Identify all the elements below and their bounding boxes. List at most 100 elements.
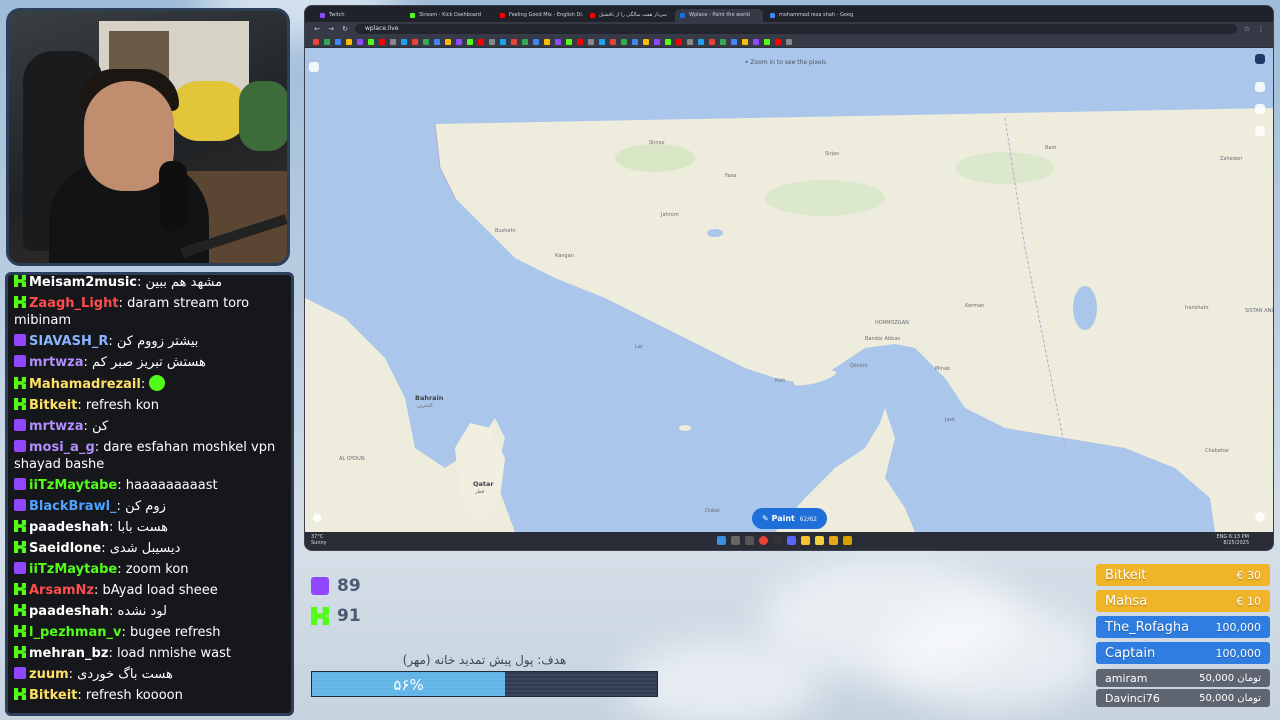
bookmark-icon[interactable] <box>720 38 726 45</box>
bookmark-icon[interactable] <box>742 38 748 45</box>
bookmark-icon[interactable] <box>335 38 341 45</box>
bookmark-icon[interactable] <box>357 38 363 45</box>
map-settings-icon[interactable] <box>1255 126 1265 136</box>
bookmark-icon[interactable] <box>544 38 550 45</box>
bookmark-icon[interactable] <box>566 38 572 45</box>
taskview-icon[interactable] <box>745 536 754 545</box>
map-canvas[interactable] <box>305 48 1273 532</box>
url-field[interactable]: wplace.live <box>355 24 1237 34</box>
bookmark-icon[interactable] <box>775 38 781 45</box>
bookmark-icon[interactable] <box>555 38 561 45</box>
bookmark-icon[interactable] <box>346 38 352 45</box>
bookmark-icon[interactable] <box>665 38 671 45</box>
app-icon[interactable] <box>843 536 852 545</box>
kick-badge-icon <box>14 520 26 532</box>
weather-widget[interactable]: 37°C Sunny <box>311 534 327 546</box>
chat-username[interactable]: Bitkeit <box>29 398 77 413</box>
bookmark-icon[interactable] <box>610 38 616 45</box>
bookmark-icon[interactable] <box>577 38 583 45</box>
bookmark-icon[interactable] <box>698 38 704 45</box>
explorer-icon[interactable] <box>829 536 838 545</box>
bookmark-icon[interactable] <box>379 38 385 45</box>
discord-icon[interactable] <box>787 536 796 545</box>
bookmark-icon[interactable] <box>412 38 418 45</box>
wplace-map[interactable]: ⌖ Zoom in to see the pixels Bahrain البحر… <box>305 48 1273 532</box>
chat-username[interactable]: iiTzMaytabe <box>29 478 117 493</box>
bookmark-icon[interactable] <box>786 38 792 45</box>
chat-username[interactable]: Saeidlone <box>29 541 101 556</box>
bookmark-icon[interactable] <box>313 38 319 45</box>
chat-username[interactable]: Meisam2music <box>29 275 137 290</box>
chrome-icon[interactable] <box>759 536 768 545</box>
browser-tab[interactable]: mohammad reza shah - Googl... <box>765 9 853 22</box>
bookmark-icon[interactable] <box>753 38 759 45</box>
bookmark-icon[interactable] <box>478 38 484 45</box>
search-icon[interactable] <box>731 536 740 545</box>
reload-icon[interactable]: ↻ <box>341 25 349 33</box>
bookmark-icon[interactable] <box>764 38 770 45</box>
chat-username[interactable]: paadeshah <box>29 520 109 535</box>
chat-username[interactable]: Zaagh_Light <box>29 296 119 311</box>
chat-username[interactable]: iiTzMaytabe <box>29 562 117 577</box>
bookmark-icon[interactable] <box>632 38 638 45</box>
chat-username[interactable]: zuum <box>29 667 69 682</box>
forward-icon[interactable]: → <box>327 25 335 33</box>
chat-username[interactable]: l_pezhman_v <box>29 625 121 640</box>
start-icon[interactable] <box>717 536 726 545</box>
bookmark-icon[interactable] <box>489 38 495 45</box>
chat-username[interactable]: BlackBrawl_ <box>29 499 117 514</box>
map-leaderboard-icon[interactable] <box>1255 82 1265 92</box>
bookmark-star-icon[interactable]: ☆ <box>1243 25 1251 33</box>
bookmark-icon[interactable] <box>522 38 528 45</box>
paint-button[interactable]: ✎ Paint 62/62 <box>752 508 827 529</box>
notes-icon[interactable] <box>815 536 824 545</box>
bookmark-icon[interactable] <box>588 38 594 45</box>
back-icon[interactable]: ← <box>313 25 321 33</box>
bookmark-icon[interactable] <box>654 38 660 45</box>
donation-entry: Mahsa € 10 <box>1096 590 1270 612</box>
browser-tab[interactable]: سردار هفت سالگی را از تافشیل <box>585 9 673 22</box>
chat-username[interactable]: mrtwza <box>29 355 84 370</box>
bookmark-icon[interactable] <box>599 38 605 45</box>
folder-icon[interactable] <box>801 536 810 545</box>
bookmark-icon[interactable] <box>445 38 451 45</box>
bookmark-icon[interactable] <box>643 38 649 45</box>
chat-username[interactable]: paadeshah <box>29 604 109 619</box>
menu-icon[interactable]: ⋮ <box>1257 25 1265 33</box>
bookmark-icon[interactable] <box>390 38 396 45</box>
bookmark-icon[interactable] <box>511 38 517 45</box>
map-attribution-icon[interactable] <box>313 514 321 522</box>
bookmark-icon[interactable] <box>533 38 539 45</box>
bookmark-icon[interactable] <box>368 38 374 45</box>
system-clock[interactable]: ENG 6:13 PM 8/25/2025 <box>1216 534 1249 546</box>
bookmark-icon[interactable] <box>467 38 473 45</box>
chat-username[interactable]: mrtwza <box>29 419 84 434</box>
bookmark-icon[interactable] <box>434 38 440 45</box>
bookmark-icon[interactable] <box>401 38 407 45</box>
chat-username[interactable]: mehran_bz <box>29 646 108 661</box>
bookmark-icon[interactable] <box>423 38 429 45</box>
bookmark-icon[interactable] <box>324 38 330 45</box>
browser-tab[interactable]: Stream - Kick Dashboard <box>405 9 493 22</box>
bookmark-icon[interactable] <box>731 38 737 45</box>
browser-tab[interactable]: Twitch <box>315 9 403 22</box>
map-info-icon[interactable] <box>309 62 319 72</box>
bookmark-icon[interactable] <box>456 38 462 45</box>
bookmark-icon[interactable] <box>709 38 715 45</box>
obs-icon[interactable] <box>773 536 782 545</box>
chat-username[interactable]: mosi_a_g <box>29 440 95 455</box>
chat-username[interactable]: ArsamNz <box>29 583 94 598</box>
browser-tab[interactable]: Wplace - Paint the world <box>675 9 763 22</box>
browser-tab[interactable]: Feeling Good Mix - English Di... <box>495 9 583 22</box>
bookmark-icon[interactable] <box>687 38 693 45</box>
map-locate-icon[interactable] <box>1255 512 1265 522</box>
webcam-overlay <box>6 8 290 266</box>
map-shield-icon[interactable] <box>1255 54 1265 64</box>
bookmark-icon[interactable] <box>500 38 506 45</box>
bookmark-icon[interactable] <box>676 38 682 45</box>
chat-username[interactable]: SIAVASH_R <box>29 334 108 349</box>
chat-username[interactable]: Mahamadrezail <box>29 377 141 392</box>
chat-username[interactable]: Bitkeit <box>29 688 77 703</box>
map-layers-icon[interactable] <box>1255 104 1265 114</box>
bookmark-icon[interactable] <box>621 38 627 45</box>
